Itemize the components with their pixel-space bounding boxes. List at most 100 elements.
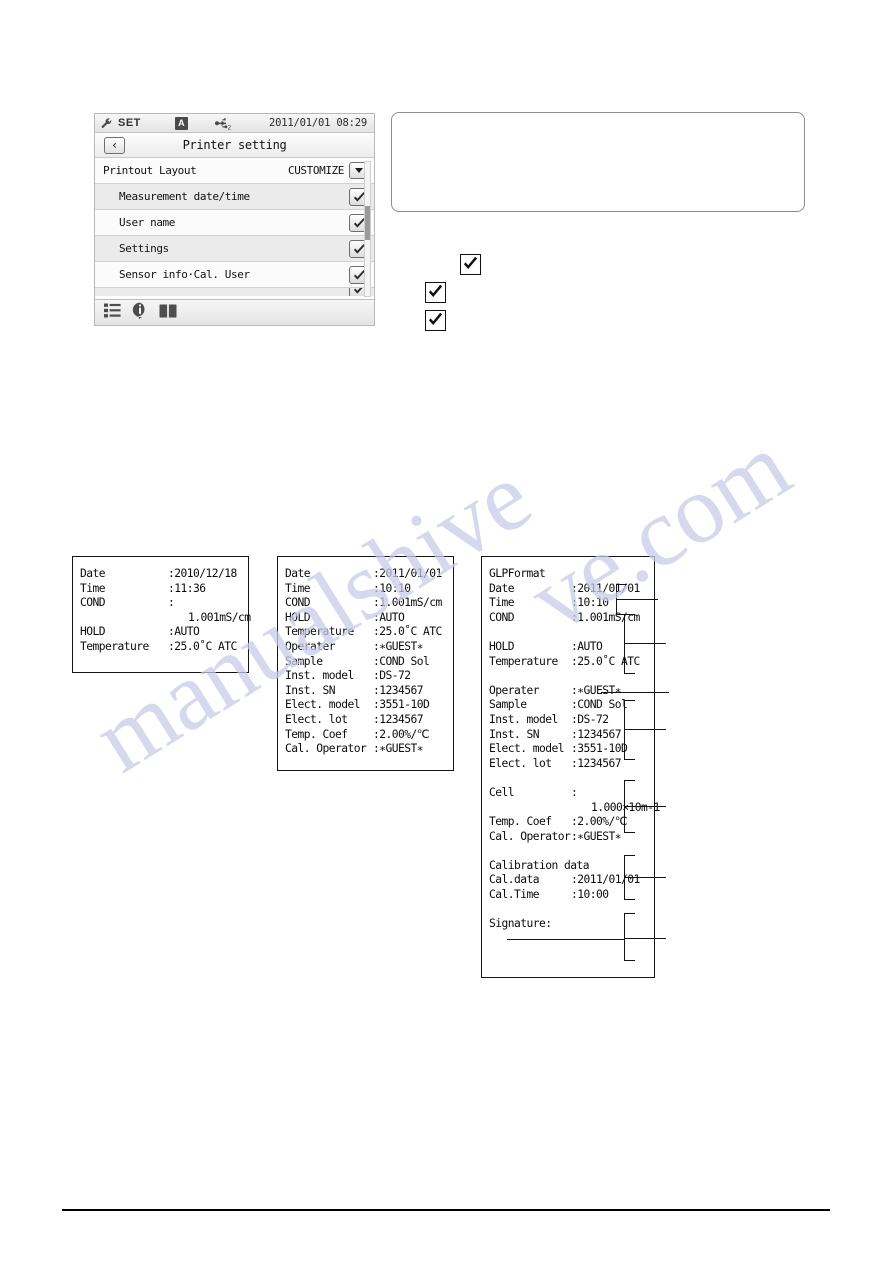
printout-line: Temperature:25.0˚C ATC — [489, 655, 654, 670]
printout-value: :25.0˚C ATC — [373, 625, 442, 639]
printout-line: Date:2011/01/01 — [285, 567, 453, 582]
printout-spacer — [489, 903, 654, 918]
auto-badge-icon: A — [174, 116, 188, 130]
printout-key: Operater — [285, 639, 336, 653]
printout-line: Inst. SN:1234567 — [285, 684, 453, 699]
printout-key: Time — [489, 596, 515, 610]
printout-key: Elect. model — [489, 742, 565, 756]
printout-glp: GLPFormat Date:2011/01/01 Time:10:10 CON… — [481, 556, 660, 978]
setting-row-measurement-datetime[interactable]: Measurement date/time — [95, 184, 374, 210]
printout-key: GLPFormat — [489, 567, 546, 580]
book-icon[interactable] — [159, 303, 177, 322]
printout-key: Time — [80, 581, 106, 595]
printout-value: :2011/01/01 — [571, 873, 640, 887]
printout-value: :25.0˚C ATC — [168, 639, 237, 653]
printout-line: Cal.Time :10:00 — [489, 888, 654, 903]
printout-value: :2.00%/℃ — [373, 727, 429, 741]
printout-key — [80, 611, 168, 626]
printout-key: Elect. model — [285, 698, 361, 712]
printout-value: : — [168, 596, 175, 610]
svg-text:2: 2 — [227, 125, 231, 131]
checkmark-icon-1 — [460, 254, 481, 275]
printout-line: Operater :∗GUEST∗ — [285, 640, 453, 655]
printout-line: Time :11:36 — [80, 582, 248, 597]
printout-line: Inst. model :DS-72 — [489, 713, 654, 728]
scrollbar-thumb[interactable] — [365, 206, 370, 240]
printout-key: Inst. model — [285, 669, 354, 683]
printout-line: 1.000×10m-1 — [489, 801, 660, 816]
printout-key: Inst. SN — [489, 727, 540, 741]
printout-line: Date:2011/01/01 — [489, 582, 654, 597]
printout-key: Sample — [285, 654, 323, 668]
footer-divider — [62, 1209, 830, 1211]
checkmark-icon-2 — [425, 282, 446, 303]
printout-key: Temperature — [489, 654, 558, 668]
info-icon[interactable] — [132, 302, 148, 323]
printout-key: Date — [80, 567, 106, 580]
printout-value: :COND Sol — [373, 654, 430, 668]
signature-line — [507, 938, 625, 940]
printout-key: Calibration data — [489, 858, 590, 872]
printout-key: Temperature — [285, 625, 354, 639]
printout-value: :∗GUEST∗ — [571, 829, 622, 843]
printout-key: Cal. Operator — [489, 829, 571, 843]
device-screen: SET A 2 2011/01/01 08:29 ‹ Printer setti… — [94, 113, 375, 326]
printout-value: :2011/01/01 — [571, 581, 640, 595]
printout-standard: Date:2010/12/18 Time :11:36 COND: 1.001mS… — [72, 556, 251, 673]
printout-value: :∗GUEST∗ — [373, 639, 424, 653]
printout-value: :DS-72 — [571, 712, 609, 726]
printout-key: Cell — [489, 785, 515, 799]
printout-line: Elect. model :3551-10D — [285, 698, 453, 713]
status-datetime: 2011/01/01 08:29 — [269, 117, 367, 129]
printout-line: Elect. model :3551-10D — [489, 742, 654, 757]
setting-row-user-name[interactable]: User name — [95, 210, 374, 236]
printout-value: :1.001mS/cm — [373, 596, 442, 610]
printout-line: Temp. Coef :2.00%/℃ — [489, 815, 654, 830]
printout-key: Temp. Coef — [489, 815, 552, 829]
setting-row-settings[interactable]: Settings — [95, 236, 374, 262]
printout-key: Inst. SN — [285, 683, 336, 697]
printout-key: Inst. model — [489, 712, 558, 726]
printout-value: 1.000×10m-1 — [591, 800, 660, 814]
setting-label: Printout Layout — [103, 164, 197, 177]
printout-key: Elect. lot — [489, 756, 552, 770]
printout-key: Temperature — [80, 639, 149, 653]
printout-line: Date:2010/12/18 — [80, 567, 248, 582]
setting-row-partial[interactable] — [95, 288, 374, 296]
printout-key: Time — [285, 581, 311, 595]
printout-value: :11:36 — [168, 581, 206, 595]
setting-row-sensor-info[interactable]: Sensor info·Cal. User — [95, 262, 374, 288]
printout-key: Sample — [489, 698, 527, 712]
printout-line: Cal. Operator:∗GUEST∗ — [285, 742, 453, 757]
printout-value: :AUTO — [168, 625, 200, 639]
printout-key: HOLD — [80, 625, 106, 639]
printout-value: :2.00%/℃ — [571, 815, 627, 829]
printout-value: :3551-10D — [571, 742, 628, 756]
printout-line: Sample :COND Sol — [285, 655, 453, 670]
status-mode-label: SET — [118, 117, 141, 129]
setting-label: Measurement date/time — [119, 190, 250, 203]
printout-value: :10:00 — [571, 888, 609, 902]
printout-key: Signature: — [489, 917, 552, 931]
callout-box — [391, 112, 805, 212]
printout-value: :1234567 — [373, 712, 424, 726]
device-bottom-toolbar — [95, 299, 374, 325]
device-status-bar: SET A 2 2011/01/01 08:29 — [95, 114, 374, 133]
printout-value: 1.001mS/cm — [188, 610, 251, 624]
setting-row-printout-layout[interactable]: Printout Layout CUSTOMIZE — [95, 158, 374, 184]
setting-value: CUSTOMIZE — [287, 164, 344, 177]
printout-key: COND — [80, 596, 106, 610]
wrench-icon — [100, 117, 113, 130]
printout-line: Temperature :25.0˚C ATC — [285, 625, 453, 640]
printout-line: COND: — [80, 596, 248, 611]
printout-spacer — [489, 625, 654, 640]
printout-key: HOLD — [489, 639, 515, 653]
setting-label: Settings — [119, 242, 169, 255]
printout-value: :3551-10D — [373, 698, 430, 712]
list-scrollbar[interactable] — [364, 161, 371, 297]
printout-line: COND:1.001mS/cm — [285, 596, 453, 611]
printout-key: Cal.Time — [489, 888, 540, 902]
usb-icon: 2 — [214, 116, 232, 132]
list-icon[interactable] — [104, 303, 121, 322]
checkmark-icon-3 — [425, 310, 446, 331]
